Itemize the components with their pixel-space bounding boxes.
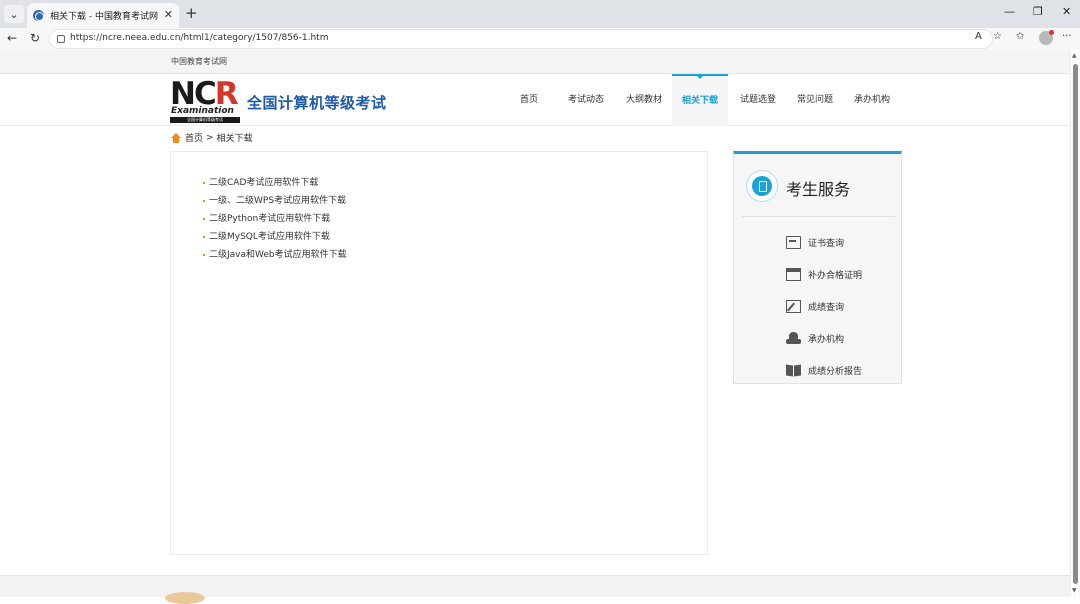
tab-list-dropdown[interactable]: ⌄ <box>4 5 24 23</box>
breadcrumb-current: 相关下载 <box>216 134 253 144</box>
breadcrumb: 首页 > 相关下载 <box>171 131 253 144</box>
url-text: https://ncre.neea.edu.cn/html1/category/… <box>70 33 329 43</box>
page-footer <box>0 575 1070 604</box>
site-name: 全国计算机等级考试 <box>247 94 387 112</box>
report-book-icon <box>786 364 801 377</box>
download-link[interactable]: 二级MySQL考试应用软件下载 <box>203 230 347 248</box>
minimize-icon[interactable]: — <box>1004 5 1015 18</box>
service-organizers[interactable]: 承办机构 <box>786 330 844 346</box>
calendar-icon <box>786 267 801 281</box>
browser-tab-bar: ⌄ 相关下载 - 中国教育考试网 ✕ + — ❐ ✕ <box>0 0 1080 28</box>
candidate-services-panel: 考生服务 证书查询 补办合格证明 成绩查询 承办机构 成绩分析报告 <box>733 151 902 384</box>
organization-icon <box>786 331 801 345</box>
scroll-down-icon[interactable]: ▼ <box>1072 587 1077 594</box>
lock-icon <box>57 35 65 43</box>
restore-icon[interactable]: ❐ <box>1033 5 1043 18</box>
profile-avatar[interactable] <box>1039 30 1054 45</box>
nav-home[interactable]: 首页 <box>506 74 552 126</box>
site-top-link[interactable]: 中国教育考试网 <box>171 56 227 67</box>
nav-faq[interactable]: 常见问题 <box>792 74 838 126</box>
refresh-icon[interactable]: ↻ <box>30 31 40 45</box>
download-link[interactable]: 二级Java和Web考试应用软件下载 <box>203 248 347 266</box>
scroll-up-icon[interactable]: ▲ <box>1072 52 1077 59</box>
browser-tab-active[interactable]: 相关下载 - 中国教育考试网 ✕ <box>27 3 179 28</box>
nav-exam-news[interactable]: 考试动态 <box>563 74 609 126</box>
download-link[interactable]: 一级、二级WPS考试应用软件下载 <box>203 194 347 212</box>
download-link[interactable]: 二级CAD考试应用软件下载 <box>203 176 347 194</box>
page-scrollbar[interactable]: ▲ ▼ <box>1070 50 1080 597</box>
services-divider <box>742 216 895 217</box>
service-label: 证书查询 <box>808 238 845 249</box>
service-label: 成绩查询 <box>808 302 845 313</box>
site-favicon-icon <box>33 10 44 21</box>
scroll-thumb[interactable] <box>1073 64 1078 584</box>
tab-close-icon[interactable]: ✕ <box>164 8 173 21</box>
download-link[interactable]: 二级Python考试应用软件下载 <box>203 212 347 230</box>
home-icon <box>171 132 181 143</box>
certificate-icon <box>786 235 801 249</box>
download-list: 二级CAD考试应用软件下载 一级、二级WPS考试应用软件下载 二级Python考… <box>203 176 347 266</box>
logo-subtext: Examination <box>171 106 234 116</box>
window-close-icon[interactable]: ✕ <box>1062 5 1071 18</box>
new-tab-icon[interactable]: + <box>185 4 198 22</box>
nav-organizers[interactable]: 承办机构 <box>849 74 895 126</box>
service-label: 成绩分析报告 <box>808 366 863 377</box>
service-reissue-proof[interactable]: 补办合格证明 <box>786 266 862 282</box>
nav-sample-questions[interactable]: 试题选登 <box>735 74 781 126</box>
download-list-panel: 二级CAD考试应用软件下载 一级、二级WPS考试应用软件下载 二级Python考… <box>170 151 708 555</box>
service-certificate-query[interactable]: 证书查询 <box>786 234 844 250</box>
nav-downloads[interactable]: 相关下载 <box>672 74 728 126</box>
more-menu-icon[interactable]: ··· <box>1062 31 1072 42</box>
footer-logo <box>165 592 205 604</box>
edit-icon <box>786 299 801 313</box>
nav-syllabus[interactable]: 大纲教材 <box>621 74 667 126</box>
service-label: 承办机构 <box>808 334 845 345</box>
ncre-logo[interactable]: NCR Examination 全国计算机等级考试 <box>170 76 242 123</box>
favorites-collection-icon[interactable]: ✩ <box>1016 31 1024 42</box>
address-bar-row: ← ↻ https://ncre.neea.edu.cn/html1/categ… <box>0 28 1080 50</box>
back-icon[interactable]: ← <box>7 31 17 45</box>
service-label: 补办合格证明 <box>808 270 863 281</box>
services-badge-icon <box>746 170 778 202</box>
breadcrumb-separator: > <box>206 132 214 143</box>
read-aloud-icon[interactable]: A <box>975 31 982 42</box>
site-header: NCR Examination 全国计算机等级考试 全国计算机等级考试 首页 考… <box>0 74 1070 126</box>
favorite-star-icon[interactable]: ☆ <box>993 31 1002 42</box>
tab-title: 相关下载 - 中国教育考试网 <box>50 12 158 22</box>
top-strip: 中国教育考试网 <box>0 50 1070 74</box>
service-score-report[interactable]: 成绩分析报告 <box>786 362 862 378</box>
breadcrumb-home[interactable]: 首页 <box>185 131 203 144</box>
services-title: 考生服务 <box>786 180 851 199</box>
url-field[interactable]: https://ncre.neea.edu.cn/html1/category/… <box>49 29 993 49</box>
service-score-query[interactable]: 成绩查询 <box>786 298 844 314</box>
logo-cn-bar: 全国计算机等级考试 <box>170 117 240 123</box>
